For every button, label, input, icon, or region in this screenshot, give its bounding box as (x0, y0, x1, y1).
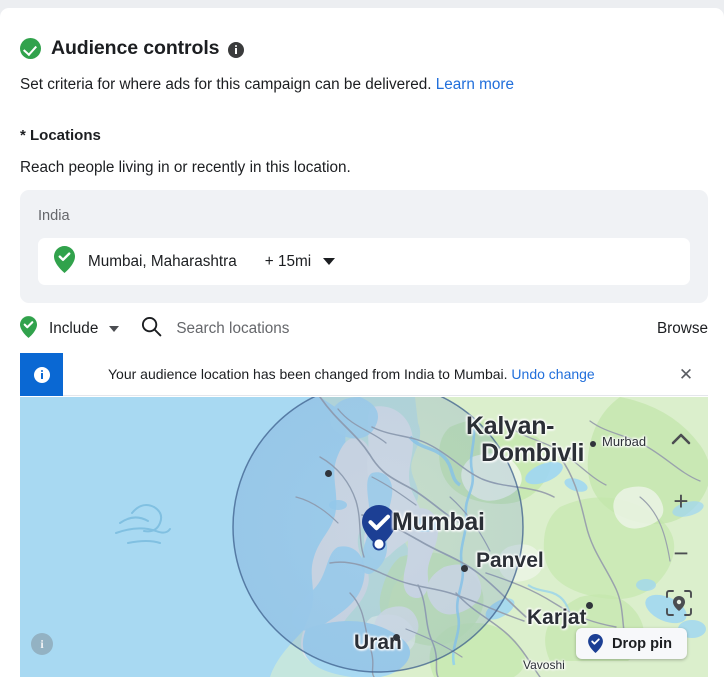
browse-button[interactable]: Browse (657, 320, 708, 338)
include-search-row: Include Search locations Browse (20, 306, 708, 352)
locations-panel: India Mumbai, Maharashtra + 15mi (20, 190, 708, 303)
info-icon[interactable] (228, 41, 245, 58)
location-chip-radius[interactable]: + 15mi (265, 253, 311, 271)
green-location-pin-icon (54, 245, 75, 278)
green-check-badge-icon (20, 38, 41, 59)
audience-controls-header: Audience controls (20, 37, 245, 60)
subtitle-text: Set criteria for where ads for this camp… (20, 76, 432, 93)
close-icon[interactable]: ✕ (664, 353, 708, 396)
zoom-in-button[interactable]: + (664, 486, 698, 516)
undo-change-link[interactable]: Undo change (511, 366, 594, 382)
audience-controls-subtitle: Set criteria for where ads for this camp… (20, 76, 514, 94)
search-icon (141, 316, 162, 342)
blue-location-pin-icon (588, 634, 603, 653)
locations-section-description: Reach people living in or recently in th… (20, 159, 351, 176)
page-title: Audience controls (51, 37, 220, 59)
include-dropdown-label[interactable]: Include (49, 320, 98, 338)
locations-country-label: India (38, 208, 70, 224)
locations-section-label: * Locations (20, 127, 101, 144)
screen-root: Audience controls Set criteria for where… (0, 0, 724, 677)
info-icon-banner (33, 366, 50, 383)
zoom-out-button[interactable]: − (664, 538, 698, 568)
chevron-up-icon[interactable] (664, 423, 698, 453)
location-chip-mumbai[interactable]: Mumbai, Maharashtra + 15mi (38, 238, 690, 285)
drop-pin-label: Drop pin (612, 635, 672, 652)
drop-pin-button[interactable]: Drop pin (576, 628, 687, 659)
recenter-location-icon[interactable] (660, 584, 698, 622)
location-map[interactable]: Kalyan- Dombivli Murbad Panvel Karjat Ur… (20, 397, 708, 677)
map-info-icon[interactable]: i (31, 633, 53, 655)
location-change-banner: Your audience location has been changed … (20, 353, 708, 396)
learn-more-link[interactable]: Learn more (436, 76, 514, 93)
location-chip-name: Mumbai, Maharashtra (88, 252, 237, 270)
chevron-down-icon[interactable] (323, 258, 336, 265)
selected-location-pin-icon[interactable] (360, 504, 398, 552)
banner-message: Your audience location has been changed … (108, 366, 595, 382)
chevron-down-icon-include[interactable] (109, 326, 120, 332)
banner-message-text: Your audience location has been changed … (108, 366, 508, 382)
green-location-pin-icon-include (20, 315, 37, 343)
search-input-placeholder[interactable]: Search locations (176, 320, 289, 338)
audience-controls-card: Audience controls Set criteria for where… (0, 8, 724, 677)
banner-info-icon-box (20, 353, 63, 396)
